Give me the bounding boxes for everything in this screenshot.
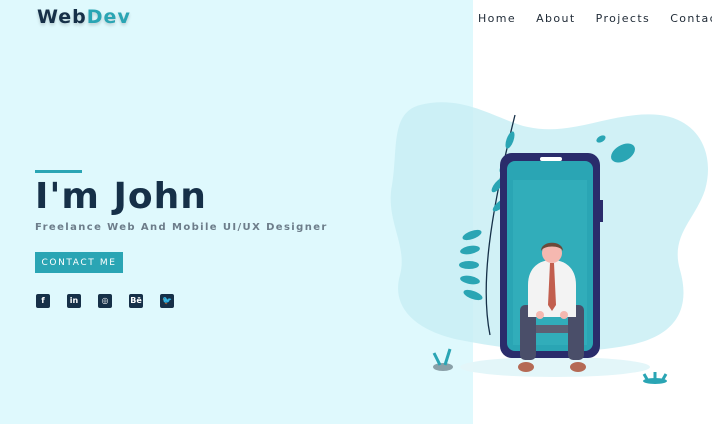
linkedin-icon[interactable]: in	[67, 294, 81, 308]
nav-link-home[interactable]: Home	[478, 12, 516, 25]
dribbble-icon[interactable]: ◎	[98, 294, 112, 308]
ground-shadow	[460, 357, 650, 377]
behance-icon[interactable]: Bē	[129, 294, 143, 308]
site-logo[interactable]: WebDev	[37, 6, 131, 28]
twitter-icon[interactable]: 🐦	[160, 294, 174, 308]
nav-link-projects[interactable]: Projects	[596, 12, 651, 25]
logo-text-web: Web	[37, 6, 87, 28]
small-plant	[432, 348, 453, 371]
contact-me-button[interactable]: CONTACT ME	[35, 252, 123, 273]
hero-title: I'm John	[35, 176, 207, 217]
hero-subtitle: Freelance Web And Mobile UI/UX Designer	[35, 222, 328, 233]
nav-link-about[interactable]: About	[536, 12, 576, 25]
logo-text-dev: Dev	[86, 6, 131, 28]
social-links: f in ◎ Bē 🐦	[36, 294, 174, 308]
hero-illustration	[390, 102, 708, 384]
nav-link-contact[interactable]: Contact	[670, 12, 712, 25]
main-nav: Home About Projects Contact	[478, 12, 712, 25]
facebook-icon[interactable]: f	[36, 294, 50, 308]
small-plant	[642, 372, 668, 384]
title-accent-line	[35, 170, 82, 173]
